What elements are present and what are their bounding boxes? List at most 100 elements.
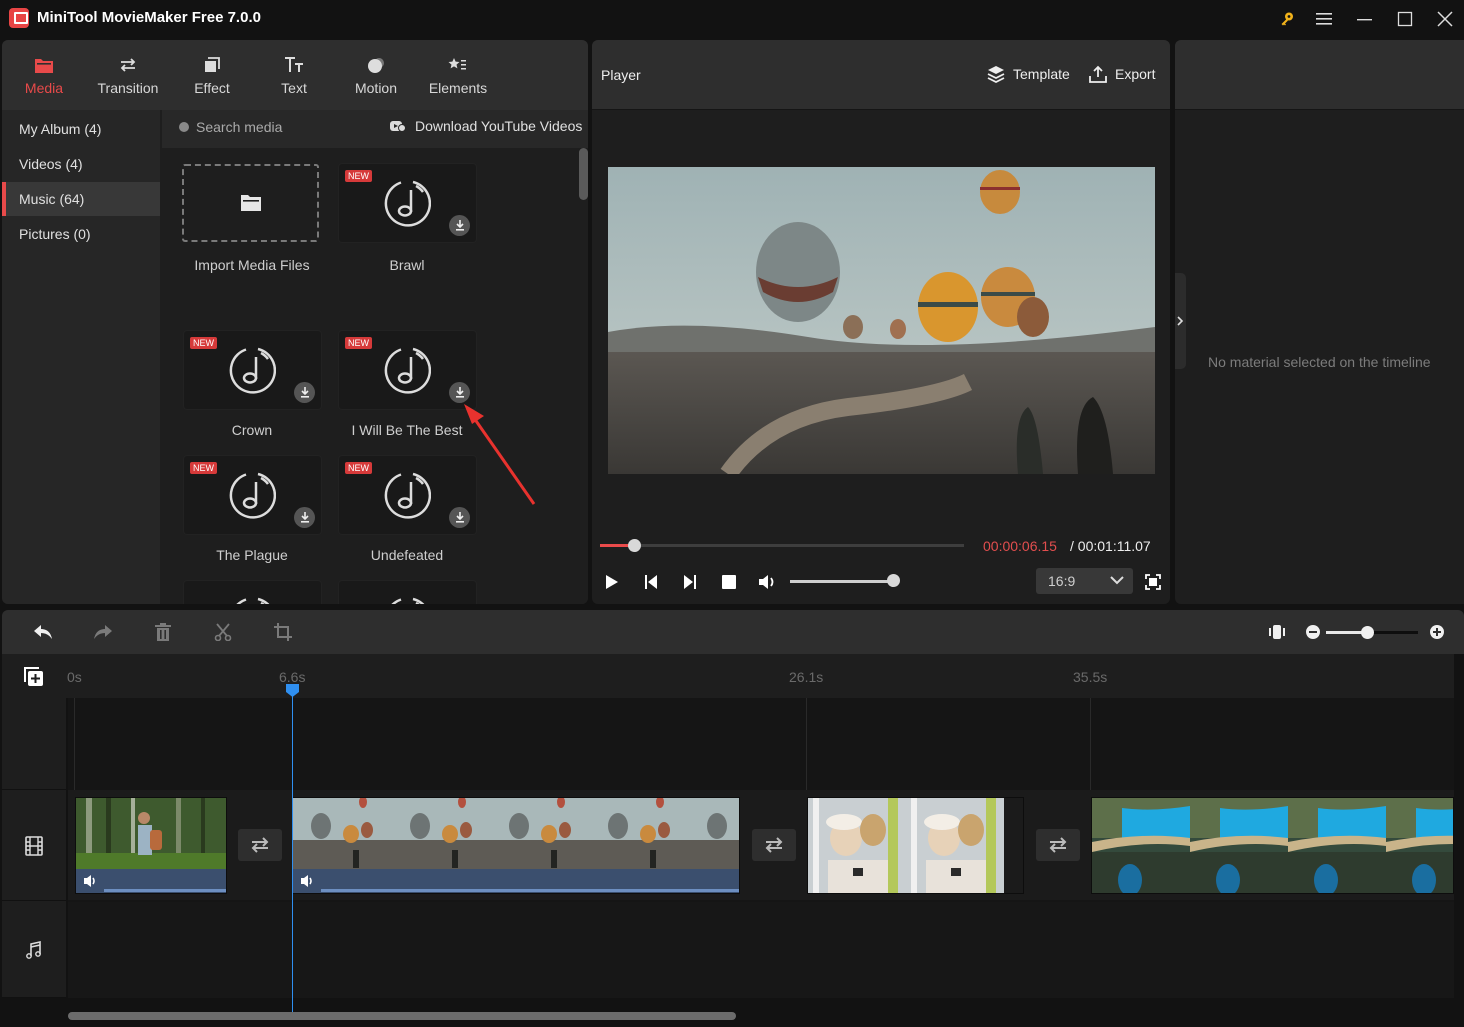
transition-slot-button[interactable] <box>1036 829 1080 861</box>
music-tile[interactable] <box>339 581 476 604</box>
ruler-grid-line <box>1090 698 1091 790</box>
music-tile-brawl[interactable]: NEW <box>339 164 476 242</box>
properties-collapse-button[interactable] <box>1175 273 1186 369</box>
download-button[interactable] <box>449 215 470 236</box>
download-button[interactable] <box>294 382 315 403</box>
category-my-album[interactable]: My Album (4) <box>2 112 160 146</box>
tab-transition[interactable]: Transition <box>86 40 170 110</box>
timeline-tracks[interactable] <box>68 698 1454 998</box>
undo-icon <box>34 625 52 639</box>
trash-icon <box>155 623 171 641</box>
layers-icon <box>987 66 1005 83</box>
add-track-button[interactable] <box>23 666 45 693</box>
music-tile-crown[interactable]: NEW <box>184 331 321 409</box>
filmstrip-frame <box>491 798 590 871</box>
transition-slot-button[interactable] <box>752 829 796 861</box>
fullscreen-icon <box>1145 574 1161 590</box>
timeline-horizontal-scrollbar[interactable] <box>68 1012 736 1020</box>
import-media-label: Import Media Files <box>194 257 310 273</box>
timeline-zoom-handle[interactable] <box>1361 626 1374 639</box>
folder-icon <box>34 54 54 76</box>
split-button[interactable] <box>211 621 235 643</box>
template-button[interactable]: Template <box>987 65 1070 83</box>
music-title: Crown <box>231 422 273 438</box>
fullscreen-button[interactable] <box>1141 571 1165 593</box>
close-button[interactable] <box>1430 6 1460 32</box>
tab-label: Transition <box>97 80 159 96</box>
video-clip-couple-on-train[interactable] <box>807 797 1024 894</box>
category-pictures[interactable]: Pictures (0) <box>2 217 160 251</box>
properties-panel: No material selected on the timeline <box>1175 40 1464 604</box>
search-media-input[interactable] <box>196 119 376 135</box>
filmstrip-frame <box>808 798 906 893</box>
music-disc-icon <box>236 597 270 604</box>
download-icon <box>300 387 309 398</box>
tab-media[interactable]: Media <box>2 40 86 110</box>
category-music[interactable]: Music (64) <box>2 182 160 216</box>
music-tile-the-plague[interactable]: NEW <box>184 456 321 534</box>
stop-button[interactable] <box>717 571 741 593</box>
media-library-panel: Media Transition Effect Text Motion Elem… <box>2 40 588 604</box>
download-button[interactable] <box>449 507 470 528</box>
tab-text[interactable]: Text <box>252 40 336 110</box>
ruler-grid-line <box>74 698 75 790</box>
tab-label: Motion <box>354 80 398 96</box>
window-title: MiniTool MovieMaker Free 7.0.0 <box>37 9 261 26</box>
next-frame-button[interactable] <box>678 571 702 593</box>
crop-button[interactable] <box>271 621 295 643</box>
playback-progress-track[interactable] <box>600 544 964 547</box>
main-menu-button[interactable] <box>1309 6 1339 32</box>
download-youtube-button[interactable]: Download YouTube Videos <box>390 118 582 134</box>
export-button[interactable]: Export <box>1089 65 1155 83</box>
music-note-icon <box>26 940 41 959</box>
video-preview[interactable] <box>608 167 1155 474</box>
new-badge: NEW <box>190 337 217 349</box>
swap-arrows-icon <box>765 837 783 853</box>
speaker-icon <box>84 875 95 887</box>
video-clip-forest-hiker[interactable] <box>75 797 227 894</box>
music-tile[interactable] <box>184 581 321 604</box>
playhead-handle[interactable] <box>285 683 300 698</box>
zoom-out-button[interactable] <box>1301 621 1325 643</box>
music-track[interactable] <box>68 902 1454 998</box>
redo-button[interactable] <box>91 621 115 643</box>
playback-progress-handle[interactable] <box>627 539 641 552</box>
filmstrip-frame <box>689 798 739 871</box>
music-title: The Plague <box>216 547 288 563</box>
maximize-button[interactable] <box>1390 6 1420 32</box>
media-scrollbar[interactable] <box>579 148 588 200</box>
hamburger-icon <box>1316 13 1332 25</box>
tab-label: Text <box>281 80 307 96</box>
tab-effect[interactable]: Effect <box>170 40 254 110</box>
no-selection-message: No material selected on the timeline <box>1208 354 1431 370</box>
transition-slot-button[interactable] <box>238 829 282 861</box>
undo-button[interactable] <box>31 621 55 643</box>
download-icon <box>300 512 309 523</box>
delete-button[interactable] <box>151 621 175 643</box>
minimize-button[interactable] <box>1350 6 1380 32</box>
title-bar: MiniTool MovieMaker Free 7.0.0 <box>0 0 1464 38</box>
volume-slider-handle[interactable] <box>887 574 900 587</box>
filmstrip-frame <box>590 798 689 871</box>
import-media-tile[interactable] <box>182 164 319 242</box>
volume-button[interactable] <box>756 571 780 593</box>
fit-to-screen-icon <box>1269 625 1285 639</box>
music-title: Undefeated <box>370 547 444 563</box>
download-button[interactable] <box>294 507 315 528</box>
music-disc-icon <box>384 347 431 394</box>
zoom-in-button[interactable] <box>1425 621 1449 643</box>
play-button[interactable] <box>600 571 624 593</box>
fit-timeline-button[interactable] <box>1265 621 1289 643</box>
tab-motion[interactable]: Motion <box>334 40 418 110</box>
previous-frame-button[interactable] <box>639 571 663 593</box>
license-key-button[interactable] <box>1272 6 1302 32</box>
search-icon <box>179 122 189 132</box>
aspect-ratio-select[interactable]: 16:9 <box>1036 568 1133 594</box>
category-videos[interactable]: Videos (4) <box>2 147 160 181</box>
download-icon <box>455 512 464 523</box>
tab-elements[interactable]: Elements <box>416 40 500 110</box>
video-clip-coastal-cliffs[interactable] <box>1091 797 1454 894</box>
timeline-ruler[interactable]: 0s 6.6s 26.1s 35.5s <box>2 654 1454 698</box>
video-clip-hot-air-balloons[interactable] <box>292 797 740 894</box>
volume-slider-track[interactable] <box>790 580 894 583</box>
